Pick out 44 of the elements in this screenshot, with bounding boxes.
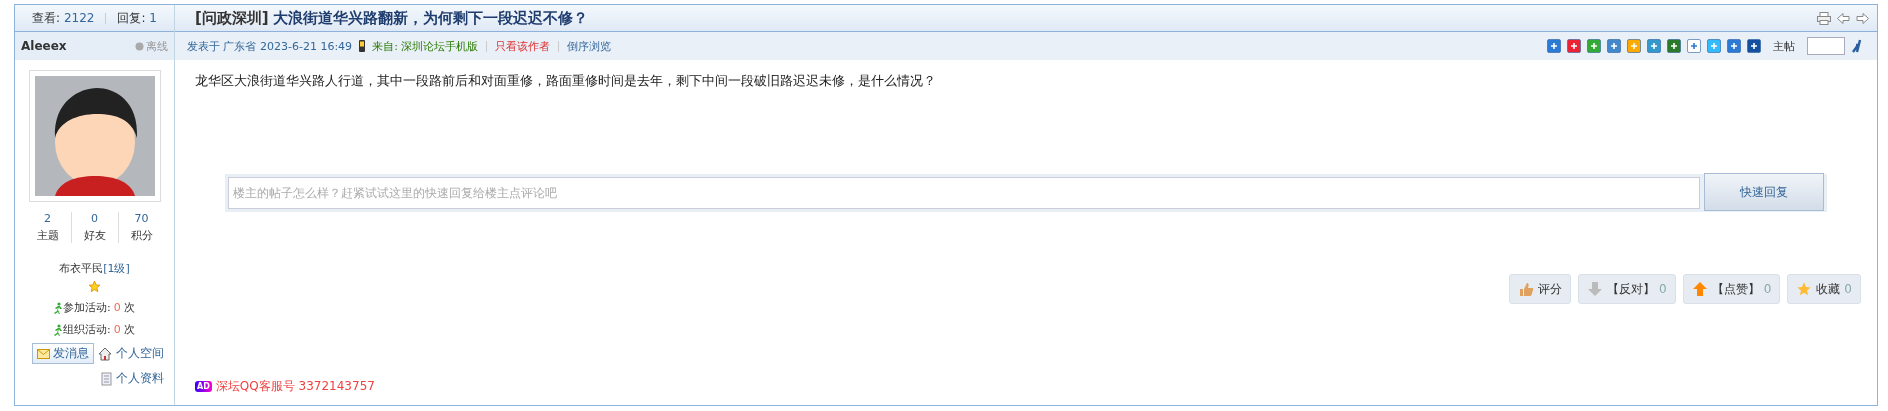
username[interactable]: Aleeex [21, 39, 67, 53]
post-date: 发表于 广东省 2023-6-21 16:49 [187, 38, 353, 54]
quick-reply-field[interactable]: 楼主的帖子怎么样？赶紧试试这里的快速回复给楼主点评论吧 [228, 177, 1700, 209]
count-value[interactable]: 2 [44, 212, 51, 225]
replies-count: 回复: 1 [117, 9, 157, 27]
activity-count: 参加活动: 0 次 [63, 300, 135, 315]
count-label: 主题 [36, 228, 59, 243]
arrow-right-icon[interactable] [1856, 12, 1869, 24]
plus-icon[interactable] [1727, 39, 1741, 53]
ad-link[interactable]: 深坛QQ客服号 3372143757 [215, 378, 375, 395]
status-dot-icon [135, 41, 144, 51]
count-value[interactable]: 70 [134, 212, 149, 225]
ad-badge: AD [195, 381, 212, 392]
quick-reply-button[interactable]: 快速回复 [1704, 173, 1824, 211]
user-status: 离线 [135, 38, 168, 54]
user-rank: 布衣平民[1级] [58, 261, 131, 276]
post-action-button[interactable]: 【点赞】 0 [1682, 274, 1781, 304]
arrow-down-icon [1587, 281, 1604, 297]
plus-icon[interactable] [1547, 39, 1561, 53]
profile-link[interactable]: 个人资料 [116, 370, 164, 387]
post-title: [问政深圳] 大浪街道华兴路翻新，为何剩下一段迟迟不修？ [195, 8, 588, 28]
author-only-link[interactable]: 只看该作者 [495, 38, 551, 54]
post-action-button[interactable]: 评分 [1509, 274, 1572, 304]
count-label: 积分 [130, 228, 153, 243]
activity-count: 组织活动: 0 次 [63, 322, 135, 337]
post-body: 龙华区大浪街道华兴路人行道，其中一段路前后和对面重修，路面重修时间是去年，剩下中间一段破旧路迟迟未修，是什么情况？ [194, 72, 937, 90]
arrow-up-icon [1691, 281, 1708, 297]
reverse-order-link[interactable]: 倒序浏览 [567, 38, 612, 54]
thumb-up-icon [1518, 281, 1535, 297]
envelope-icon [37, 348, 50, 359]
post-action-button[interactable]: 【反对】 0 [1578, 274, 1676, 304]
post-action-button[interactable]: 收藏 0 [1787, 274, 1861, 304]
house-icon [98, 346, 112, 361]
floor-label: 主帖 [1773, 38, 1795, 54]
floor-jump-field[interactable] [1807, 37, 1845, 55]
arrow-left-icon[interactable] [1837, 12, 1850, 24]
post-source: 来自: 深圳论坛手机版 [372, 38, 479, 54]
count-label: 好友 [83, 228, 106, 243]
profile-link[interactable]: 个人空间 [116, 345, 164, 362]
views-count: 查看: 2122 [32, 9, 95, 27]
print-icon[interactable] [1817, 11, 1831, 25]
count-value[interactable]: 0 [91, 212, 98, 225]
send-message-button[interactable]: 发消息 [32, 343, 94, 364]
document-icon [101, 371, 112, 386]
